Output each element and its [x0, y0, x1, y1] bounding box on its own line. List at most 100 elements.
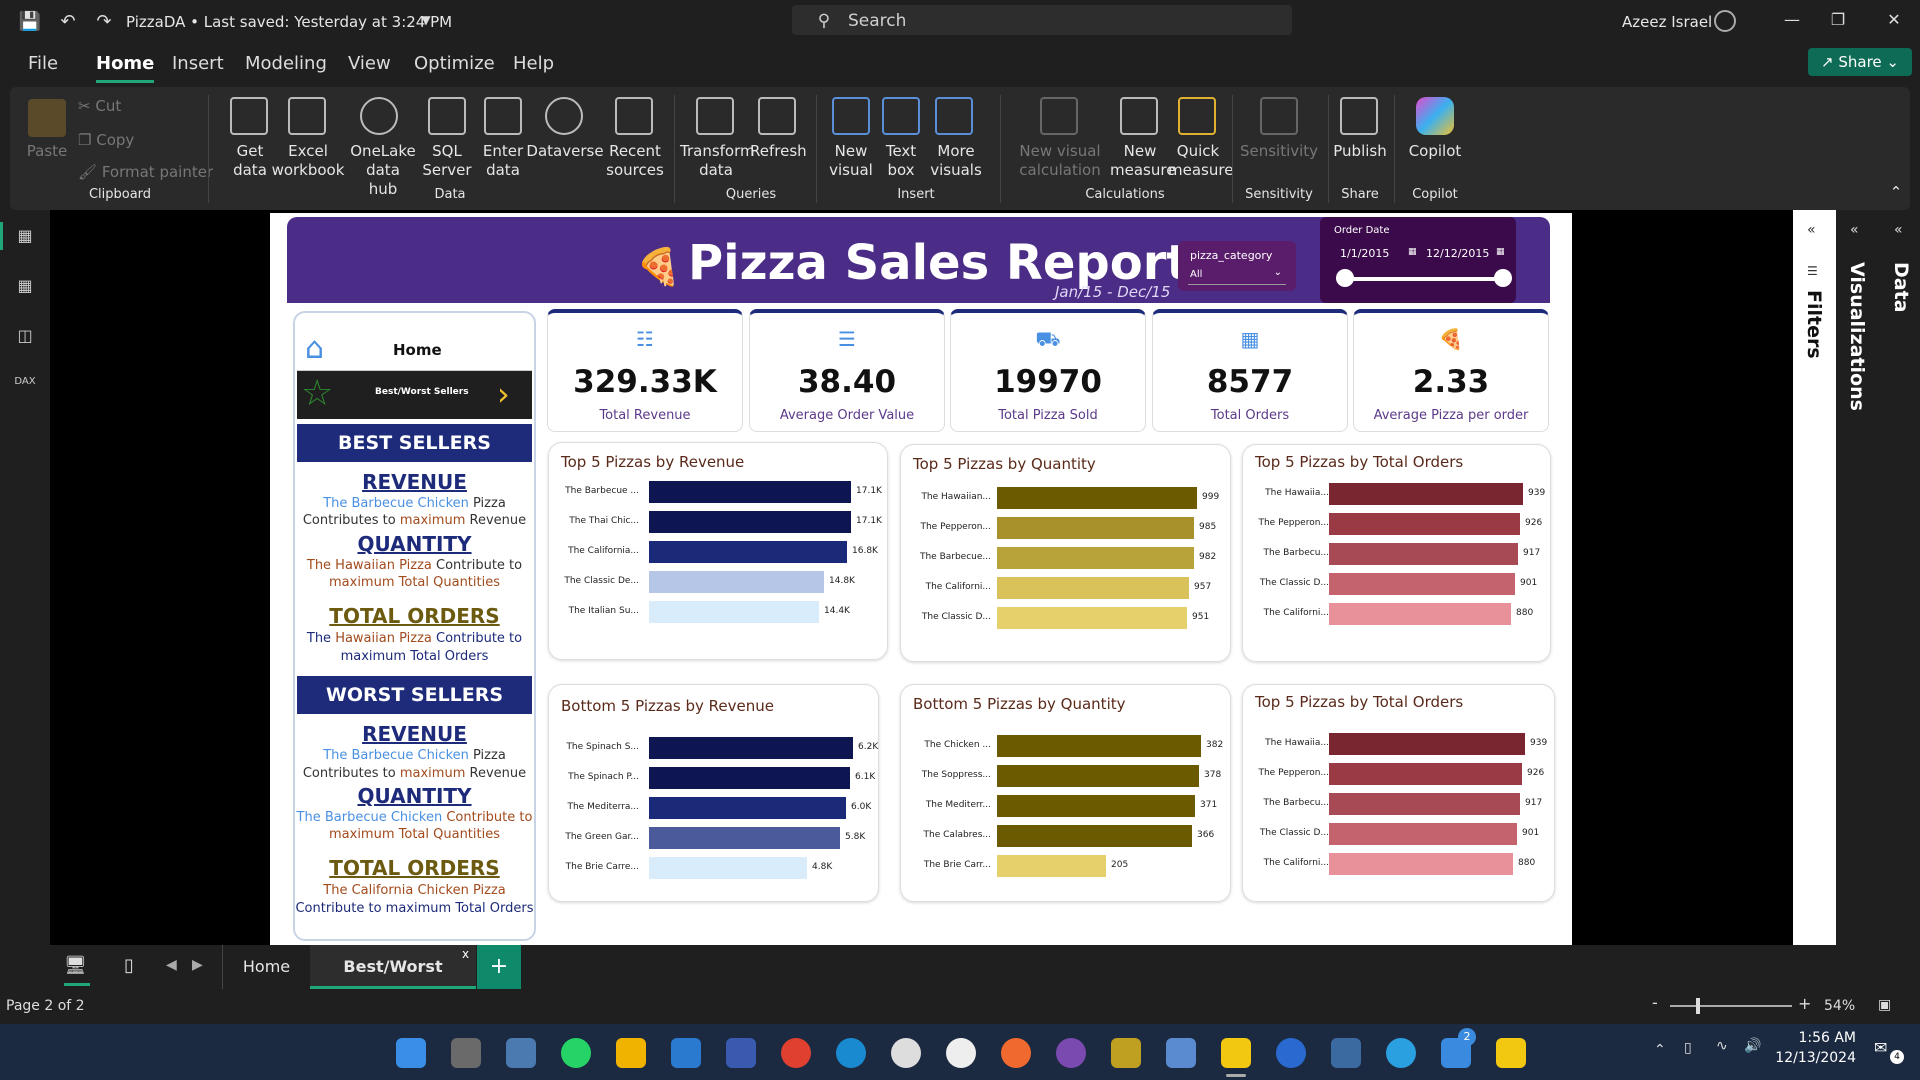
menu-view[interactable]: View: [348, 53, 391, 74]
share-button[interactable]: ↗ Share ⌄: [1808, 48, 1912, 76]
quick-measure-button[interactable]: Quick measure: [1168, 142, 1233, 180]
calendar-icon[interactable]: ▦: [1496, 247, 1505, 257]
bar-second[interactable]: [1329, 513, 1520, 535]
bar-second[interactable]: [1329, 763, 1522, 785]
date-from[interactable]: 1/1/2015: [1340, 247, 1389, 260]
bar-second[interactable]: [997, 765, 1199, 787]
table-view-icon[interactable]: ▦: [13, 276, 37, 296]
bar-second[interactable]: [649, 511, 851, 533]
visualizations-pane[interactable]: « Visualizations: [1836, 210, 1880, 945]
chevron-up-icon[interactable]: ⌃: [1654, 1042, 1666, 1058]
cut-button[interactable]: ✂ Cut: [78, 97, 198, 116]
bar-third[interactable]: [997, 795, 1195, 817]
bar-first[interactable]: [1329, 483, 1523, 505]
app-icon[interactable]: [1276, 1038, 1306, 1068]
minimize-icon[interactable]: —: [1780, 10, 1804, 29]
bar-fourth[interactable]: [649, 827, 840, 849]
kpi-card[interactable]: ⛟ 19970 Total Pizza Sold: [950, 309, 1146, 432]
clock-app-icon[interactable]: [891, 1038, 921, 1068]
search-box[interactable]: ⚲ Search: [792, 5, 1292, 35]
mobile-layout-icon[interactable]: ▯: [124, 955, 134, 976]
app-icon[interactable]: [1111, 1038, 1141, 1068]
new-visual-button[interactable]: New visual: [826, 142, 876, 180]
date-slicer[interactable]: Order Date 1/1/2015 ▦ 12/12/2015 ▦: [1320, 217, 1516, 303]
app-icon[interactable]: [726, 1038, 756, 1068]
dax-query-icon[interactable]: DAX: [13, 376, 37, 396]
chart-top5-revenue[interactable]: Top 5 Pizzas by Revenue The Barbecue ...…: [548, 442, 888, 660]
chart-bottom5-revenue[interactable]: Bottom 5 Pizzas by Revenue The Spinach S…: [548, 684, 879, 902]
enter-data-button[interactable]: Enter data: [478, 142, 528, 180]
windows-start-icon[interactable]: [396, 1038, 426, 1068]
slider-end-handle[interactable]: [1494, 269, 1512, 287]
postman-icon[interactable]: [1001, 1038, 1031, 1068]
bar-third[interactable]: [1329, 793, 1520, 815]
bar-fifth[interactable]: [997, 607, 1187, 629]
onelake-button[interactable]: OneLake data hub: [350, 142, 416, 199]
model-view-icon[interactable]: ◫: [13, 326, 37, 346]
zoom-slider[interactable]: [1670, 1005, 1792, 1007]
bar-first[interactable]: [997, 735, 1201, 757]
menu-modeling[interactable]: Modeling: [245, 53, 327, 74]
menu-home[interactable]: Home: [96, 53, 155, 83]
sql-server-button[interactable]: SQL Server: [422, 142, 472, 180]
save-icon[interactable]: 💾: [18, 10, 42, 34]
dataverse-button[interactable]: Dataverse: [526, 142, 604, 161]
more-visuals-button[interactable]: More visuals: [926, 142, 986, 180]
zoom-slider-handle[interactable]: [1696, 998, 1700, 1014]
zoom-in-icon[interactable]: +: [1798, 994, 1811, 1013]
menu-help[interactable]: Help: [513, 53, 554, 74]
bar-fourth[interactable]: [997, 577, 1189, 599]
chart-top5-orders-2[interactable]: Top 5 Pizzas by Total Orders The Hawaiia…: [1242, 684, 1555, 902]
postgresql-icon[interactable]: [1331, 1038, 1361, 1068]
clock-date[interactable]: 12/13/2024: [1756, 1050, 1856, 1066]
report-view-icon[interactable]: ▦: [13, 226, 37, 246]
menu-file[interactable]: File: [28, 53, 58, 74]
kpi-card[interactable]: ▦ 8577 Total Orders: [1152, 309, 1348, 432]
bar-fourth[interactable]: [1329, 823, 1517, 845]
close-tab-icon[interactable]: x: [462, 947, 469, 961]
notifications-icon[interactable]: ✉: [1874, 1038, 1887, 1057]
page-tab-home[interactable]: Home: [222, 945, 310, 989]
restore-icon[interactable]: ❐: [1826, 10, 1850, 29]
mongodb-icon[interactable]: [946, 1038, 976, 1068]
next-page-icon[interactable]: ▶: [192, 957, 203, 973]
bar-third[interactable]: [649, 541, 847, 563]
chart-top5-quantity[interactable]: Top 5 Pizzas by Quantity The Hawaiian...…: [900, 444, 1231, 662]
bar-fifth[interactable]: [649, 857, 807, 879]
whatsapp-icon[interactable]: [561, 1038, 591, 1068]
filters-pane[interactable]: « ☰ Filters: [1793, 210, 1836, 945]
publish-button[interactable]: Publish: [1332, 142, 1388, 161]
calendar-icon[interactable]: ▦: [1408, 247, 1417, 257]
expand-data-icon[interactable]: «: [1894, 222, 1903, 238]
sensitivity-button[interactable]: Sensitivity: [1236, 142, 1322, 161]
bar-first[interactable]: [997, 487, 1197, 509]
text-box-button[interactable]: Text box: [876, 142, 926, 180]
expand-filters-icon[interactable]: «: [1807, 222, 1816, 238]
copy-button[interactable]: ❐ Copy: [78, 131, 198, 150]
bar-third[interactable]: [997, 547, 1194, 569]
kpi-card[interactable]: ☰ 38.40 Average Order Value: [749, 309, 945, 432]
bar-first[interactable]: [649, 737, 853, 759]
nav-home-button[interactable]: ⌂ Home: [297, 327, 532, 371]
bar-fifth[interactable]: [1329, 603, 1511, 625]
file-explorer-icon[interactable]: [616, 1038, 646, 1068]
bar-second[interactable]: [649, 767, 850, 789]
format-painter-button[interactable]: 🖌 Format painter: [78, 163, 228, 182]
nav-best-worst-button[interactable]: ☆ Best/Worst Sellers ›: [297, 371, 532, 419]
new-visual-calc-button[interactable]: New visual calculation: [1010, 142, 1110, 180]
bar-second[interactable]: [997, 517, 1194, 539]
recent-sources-button[interactable]: Recent sources: [602, 142, 668, 180]
paste-button[interactable]: Paste: [22, 142, 72, 161]
redo-icon[interactable]: ↷: [92, 10, 116, 34]
github-icon[interactable]: [1056, 1038, 1086, 1068]
bar-fifth[interactable]: [997, 855, 1106, 877]
bar-third[interactable]: [1329, 543, 1518, 565]
category-dropdown[interactable]: All ⌄: [1188, 267, 1286, 285]
new-measure-button[interactable]: New measure: [1110, 142, 1175, 180]
prev-page-icon[interactable]: ◀: [166, 957, 177, 973]
bar-third[interactable]: [649, 797, 846, 819]
fit-to-page-icon[interactable]: ▣: [1878, 997, 1891, 1013]
bar-fourth[interactable]: [997, 825, 1192, 847]
chart-bottom5-quantity[interactable]: Bottom 5 Pizzas by Quantity The Chicken …: [900, 684, 1231, 902]
close-icon[interactable]: ✕: [1882, 10, 1906, 29]
